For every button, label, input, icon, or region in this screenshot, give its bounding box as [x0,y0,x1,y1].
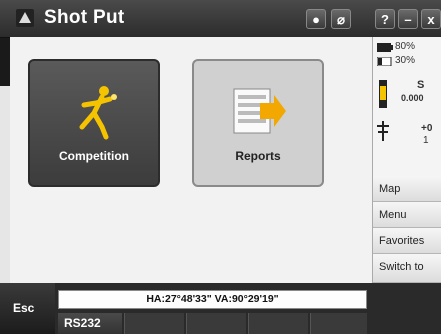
window-title: Shot Put [44,7,125,28]
softkey-slot[interactable] [186,313,246,334]
target-icon[interactable]: ⌀ [331,9,351,29]
prism-icon [377,121,389,141]
side-menu: Map Menu Favorites Switch to [372,176,441,283]
angle-readout: HA:27°48'33" VA:90°29'19" [58,290,367,309]
main-panel: Competition Reports [10,37,372,283]
esc-button[interactable]: Esc [0,283,55,334]
port-label[interactable]: RS232 [58,313,122,334]
report-export-icon [233,88,286,134]
favorites-button[interactable]: Favorites [373,228,441,254]
map-button[interactable]: Map [373,176,441,202]
softkey-slot[interactable] [124,313,184,334]
status-plus: +0 [421,123,433,134]
switch-to-button[interactable]: Switch to [373,254,441,283]
instrument-icon [379,80,387,108]
athlete-throwing-icon [79,86,117,140]
status-value: 0.000 [401,93,424,103]
status-one: 1 [423,135,429,146]
competition-button[interactable]: Competition [28,59,160,187]
softkey-slot[interactable] [310,313,367,334]
reports-label: Reports [235,149,281,163]
competition-label: Competition [59,149,129,163]
status-panel: 80% 30% S 0.000 +0 1 [372,37,441,176]
reports-button[interactable]: Reports [192,59,324,187]
softkey-slot[interactable] [248,313,308,334]
battery-level-2: 30% [395,55,416,66]
menu-button[interactable]: Menu [373,202,441,228]
minimize-button[interactable]: – [398,9,418,29]
camera-icon[interactable]: ● [306,9,326,29]
battery-icon [377,43,393,52]
app-icon [16,9,34,27]
battery-icon [377,57,392,66]
help-button[interactable]: ? [375,9,395,29]
close-button[interactable]: x [421,9,441,29]
battery-level-1: 80% [395,41,416,52]
status-s: S [417,79,425,91]
title-bar: Shot Put ● ⌀ ? – x [0,0,441,38]
